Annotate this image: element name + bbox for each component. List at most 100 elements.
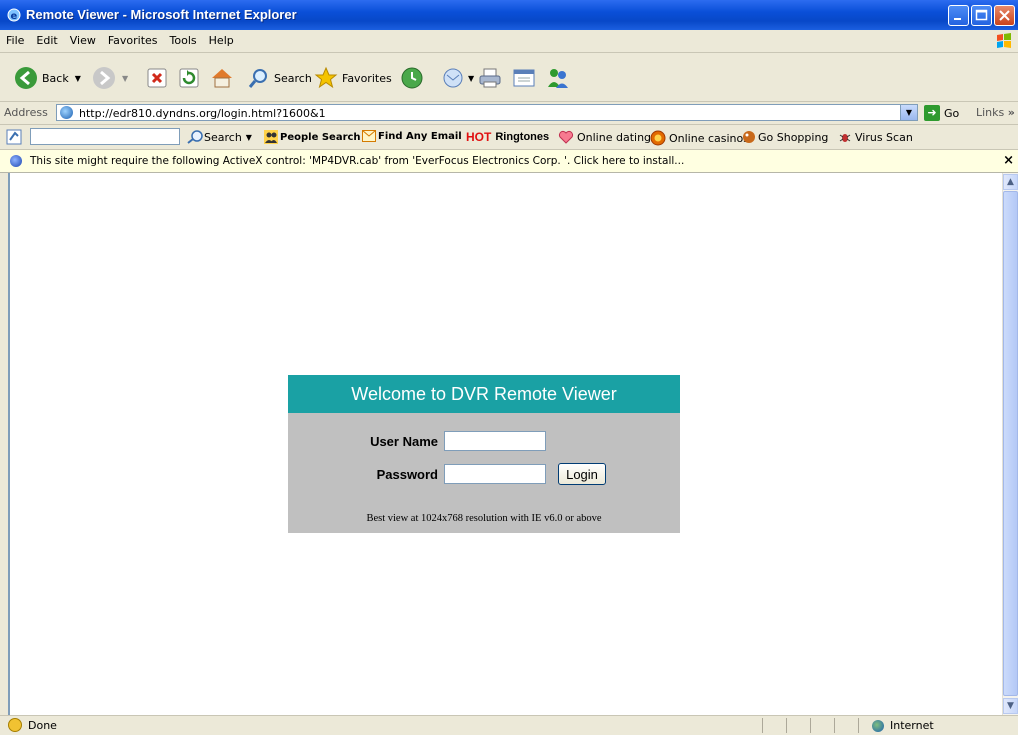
resolution-note: Best view at 1024x768 resolution with IE… [366,513,602,524]
password-input[interactable] [444,464,546,484]
activex-information-bar[interactable]: This site might require the following Ac… [0,150,1018,173]
vertical-scrollbar[interactable]: ▲ ▼ [1002,173,1018,715]
search-label: Search [274,71,312,85]
virus-scan-label: Virus Scan [855,130,913,144]
login-button[interactable]: Login [558,463,606,485]
people-search-label: People Search [280,131,361,143]
page-status-icon [8,718,22,732]
status-text: Done [28,719,57,732]
close-information-bar-icon[interactable]: × [1003,153,1014,168]
stop-button[interactable] [146,65,168,91]
menu-tools[interactable]: Tools [164,30,203,47]
address-url: http://edr810.dyndns.org/login.html?1600… [79,107,326,120]
ie-icon: e [7,8,21,22]
find-email-link[interactable]: Find Any Email [362,130,462,142]
find-email-label: Find Any Email [378,130,462,142]
shield-icon [10,155,22,167]
username-row: User Name [288,430,680,454]
mail-icon [443,68,463,88]
close-icon [999,10,1010,21]
menu-favorites[interactable]: Favorites [102,30,164,47]
menu-edit[interactable]: Edit [30,30,63,47]
toolbar-search-dropdown-icon[interactable]: ▼ [246,133,252,142]
svg-text:e: e [11,11,18,22]
login-title: Welcome to DVR Remote Viewer [288,375,680,413]
toolbar-search-button[interactable]: Search ▼ [186,130,252,144]
favorites-button[interactable]: Favorites [314,65,392,91]
mail-dropdown-icon[interactable]: ▼ [468,74,474,83]
minimize-button[interactable] [948,5,969,26]
search-toolbar: Search ▼ People Search Find Any Email HO… [0,125,1018,150]
bug-icon [839,134,851,142]
forward-button[interactable]: ▼ [92,65,128,91]
online-casinos-link[interactable]: Online casinos [650,130,749,146]
close-window-button[interactable] [994,5,1015,26]
virus-scan-link[interactable]: Virus Scan [838,130,913,144]
zone-label: Internet [890,719,934,732]
refresh-button[interactable] [178,65,200,91]
online-dating-label: Online dating [577,130,652,144]
heart-icon [558,130,574,144]
print-button[interactable] [478,65,502,91]
people-search-link[interactable]: People Search [264,130,361,144]
back-button[interactable]: Back ▼ [14,65,81,91]
forward-arrow-icon [93,67,115,89]
online-casinos-label: Online casinos [669,131,749,145]
status-bar: Done Internet [0,715,1018,735]
menu-file[interactable]: File [0,30,30,47]
online-dating-link[interactable]: Online dating [558,130,651,144]
login-panel: Welcome to DVR Remote Viewer User Name P… [288,375,680,533]
address-input[interactable]: http://edr810.dyndns.org/login.html?1600… [56,104,918,121]
scroll-down-icon[interactable]: ▼ [1003,698,1018,714]
address-label: Address [4,106,48,119]
home-button[interactable] [210,65,234,91]
minimize-icon [954,18,961,20]
password-label: Password [376,467,438,482]
messenger-icon [548,69,568,88]
mail-button[interactable]: ▼ [442,65,474,91]
home-icon [212,69,232,88]
edit-page-icon [513,69,535,87]
standard-toolbar: Back ▼ ▼ Search Favorites ▼ [0,53,1018,102]
go-shopping-link[interactable]: Go Shopping [742,130,828,144]
status-divider [858,718,859,733]
search-button[interactable]: Search [248,65,312,91]
window-title: Remote Viewer - Microsoft Internet Explo… [26,7,297,22]
scroll-thumb[interactable] [1003,191,1018,696]
shopping-icon [743,131,755,143]
forward-dropdown-icon[interactable]: ▼ [122,74,128,83]
hot-ringtones-link[interactable]: HOT Ringtones [466,130,549,144]
hot-label: HOT [466,130,492,144]
casino-chip-icon [650,130,666,146]
back-arrow-icon [15,67,37,89]
go-arrow-icon: ➜ [924,105,940,121]
toolbar-logo-icon[interactable] [6,129,22,145]
toolbar-search-input[interactable] [30,128,180,145]
status-divider [762,718,763,733]
maximize-icon [975,9,988,21]
print-icon [479,68,501,88]
maximize-button[interactable] [971,5,992,26]
window-left-frame [0,173,8,715]
address-dropdown-icon[interactable]: ▼ [900,105,917,120]
scroll-up-icon[interactable]: ▲ [1003,174,1018,190]
search-magnifier-icon [187,130,203,144]
favorites-label: Favorites [342,71,392,85]
messenger-button[interactable] [546,65,570,91]
go-label: Go [944,106,960,120]
status-divider [786,718,787,733]
links-button[interactable]: Links » [976,106,1015,119]
username-label: User Name [370,434,438,449]
edit-button[interactable] [512,65,536,91]
favorites-star-icon [314,66,338,89]
go-button[interactable]: ➜ Go [924,105,959,121]
history-button[interactable] [400,65,424,91]
username-input[interactable] [444,431,546,451]
window-title-bar[interactable]: e Remote Viewer - Microsoft Internet Exp… [0,0,1018,30]
menu-help[interactable]: Help [203,30,240,47]
back-dropdown-icon[interactable]: ▼ [75,74,81,83]
internet-globe-icon [872,719,884,732]
toolbar-search-label: Search [204,130,242,144]
security-zone[interactable]: Internet [872,719,934,732]
menu-view[interactable]: View [64,30,102,47]
